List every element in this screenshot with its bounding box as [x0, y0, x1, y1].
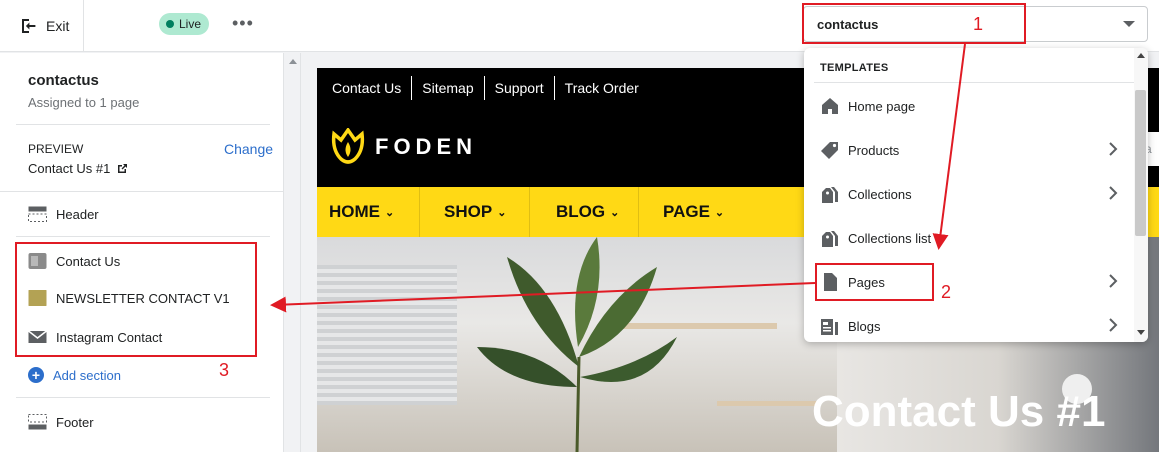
template-item-collections[interactable]: Collections — [820, 179, 1120, 209]
divider — [814, 82, 1134, 83]
menu-label: HOME — [329, 202, 380, 221]
more-actions-icon[interactable]: ••• — [232, 14, 254, 32]
menu-item-home[interactable]: HOME ⌄ — [317, 187, 420, 237]
status-badge: Live — [159, 13, 210, 35]
section-label: Header — [56, 206, 99, 222]
top-link[interactable]: Track Order — [553, 76, 649, 100]
chevron-down-icon: ⌄ — [497, 206, 507, 219]
template-item-home[interactable]: Home page — [820, 91, 1120, 121]
preview-label: PREVIEW — [28, 142, 84, 156]
collection-icon — [822, 187, 838, 203]
add-section-button[interactable]: + Add section — [28, 367, 121, 383]
template-item-label: Products — [848, 142, 900, 158]
scroll-up-icon — [1137, 53, 1145, 58]
hero-title: Contact Us #1 — [812, 387, 1106, 436]
template-title: contactus — [28, 72, 99, 89]
annotation-box-2 — [815, 263, 934, 301]
menu-item-page[interactable]: PAGE ⌄ — [639, 187, 759, 237]
preview-scrollbar[interactable] — [285, 53, 301, 452]
blog-icon — [821, 319, 838, 335]
template-item-label: Collections — [848, 186, 912, 202]
template-item-label: Home page — [848, 98, 916, 114]
hero-plant-image — [477, 237, 677, 452]
section-label: Footer — [56, 414, 94, 430]
exit-label: Exit — [46, 18, 70, 34]
chevron-right-icon — [1109, 318, 1118, 332]
dropdown-scroll-thumb[interactable] — [1135, 90, 1146, 236]
status-label: Live — [179, 17, 202, 31]
menu-item-shop[interactable]: SHOP ⌄ — [420, 187, 530, 237]
chevron-down-icon — [1123, 21, 1135, 27]
template-item-products[interactable]: Products — [820, 135, 1120, 165]
home-icon — [822, 98, 838, 114]
template-item-label: Blogs — [848, 318, 881, 334]
template-item-blogs[interactable]: Blogs — [820, 311, 1120, 341]
annotation-number: 2 — [941, 282, 952, 302]
scroll-down-icon — [1137, 330, 1145, 335]
divider — [16, 124, 270, 125]
preview-value: Contact Us #1 — [28, 161, 111, 176]
menu-label: PAGE — [663, 202, 710, 221]
top-link[interactable]: Contact Us — [332, 76, 411, 100]
chevron-down-icon: ⌄ — [714, 206, 725, 219]
chevron-right-icon — [1109, 142, 1118, 156]
change-preview-link[interactable]: Change — [224, 141, 273, 157]
menu-label: SHOP — [444, 202, 493, 221]
menu-label: BLOG — [556, 202, 606, 221]
section-header[interactable]: Header — [28, 206, 99, 222]
template-item-label: Collections list — [848, 230, 932, 246]
chevron-right-icon — [1109, 186, 1118, 200]
chevron-down-icon: ⌄ — [610, 206, 620, 219]
exit-button[interactable]: Exit — [0, 0, 84, 52]
store-top-nav: Contact Us Sitemap Support Track Order — [317, 68, 649, 108]
chevron-down-icon: ⌄ — [385, 206, 395, 219]
scroll-up-icon — [289, 59, 297, 64]
store-logo[interactable]: FODEN — [331, 128, 477, 166]
dropdown-heading: TEMPLATES — [820, 62, 889, 74]
hero-shelf — [717, 401, 817, 406]
exit-icon — [22, 19, 36, 33]
hero-blinds — [317, 265, 457, 405]
chevron-right-icon — [1109, 274, 1118, 288]
logo-text: FODEN — [375, 134, 477, 159]
preview-page-link[interactable]: Contact Us #1 — [28, 161, 128, 176]
logo-mark-icon — [331, 128, 365, 164]
tag-icon — [821, 142, 838, 159]
divider — [0, 191, 284, 192]
template-subtitle: Assigned to 1 page — [28, 95, 140, 110]
annotation-box-3 — [15, 242, 257, 357]
plus-circle-icon: + — [28, 367, 44, 383]
add-section-label: Add section — [53, 367, 121, 383]
menu-item-blog[interactable]: BLOG ⌄ — [530, 187, 639, 237]
footer-section-icon — [28, 414, 47, 430]
top-link[interactable]: Support — [483, 76, 554, 100]
live-dot-icon — [166, 20, 174, 28]
section-footer[interactable]: Footer — [28, 414, 94, 430]
annotation-box-1 — [802, 3, 1026, 44]
template-item-collections-list[interactable]: Collections list — [820, 223, 1120, 253]
annotation-number: 1 — [973, 14, 984, 34]
divider — [16, 236, 270, 237]
divider — [16, 397, 270, 398]
collection-icon — [822, 231, 838, 247]
annotation-number: 3 — [219, 360, 230, 380]
external-link-icon — [118, 164, 128, 173]
header-section-icon — [28, 206, 47, 222]
top-link[interactable]: Sitemap — [411, 76, 483, 100]
